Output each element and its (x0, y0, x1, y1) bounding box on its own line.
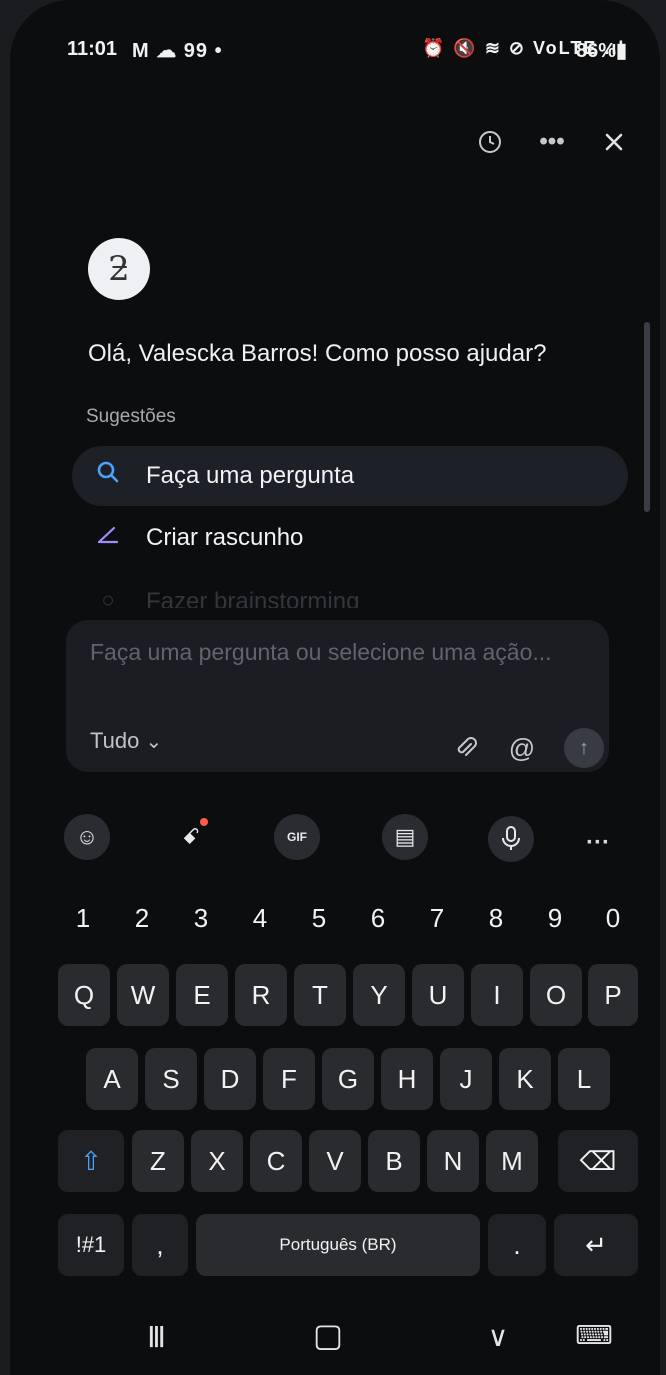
key-i[interactable]: I (471, 964, 523, 1026)
key-1[interactable]: 1 (58, 888, 108, 948)
symbols-key[interactable]: !#1 (58, 1214, 124, 1276)
scope-dropdown[interactable]: Tudo ⌄ (90, 728, 162, 754)
key-v[interactable]: V (309, 1130, 361, 1192)
bulb-icon: ○ (101, 587, 115, 608)
prompt-input-placeholder[interactable]: Faça uma pergunta ou selecione uma ação.… (90, 632, 570, 672)
pencil-icon (94, 522, 122, 550)
send-button[interactable]: ↑ (564, 728, 604, 768)
backspace-key[interactable]: ⌫ (558, 1130, 638, 1192)
chevron-down-icon: ⌄ (145, 731, 163, 753)
key-8[interactable]: 8 (471, 888, 521, 948)
key-t[interactable]: T (294, 964, 346, 1026)
gif-button[interactable]: GIF (274, 814, 320, 860)
key-w[interactable]: W (117, 964, 169, 1026)
more-tools-icon[interactable]: ··· (578, 826, 618, 866)
assistant-avatar: ƻ (88, 238, 150, 300)
key-p[interactable]: P (588, 964, 638, 1026)
search-icon (94, 460, 122, 488)
key-f[interactable]: F (263, 1048, 315, 1110)
key-9[interactable]: 9 (530, 888, 580, 948)
battery-indicator: 86%▮ (576, 40, 628, 62)
key-l[interactable]: L (558, 1048, 610, 1110)
key-r[interactable]: R (235, 964, 287, 1026)
mention-icon[interactable]: @ (504, 730, 540, 766)
suggestion-ask-question[interactable]: Faça uma pergunta (72, 446, 628, 506)
greeting-text: Olá, Valescka Barros! Como posso ajudar? (88, 340, 547, 367)
microphone-icon[interactable] (488, 816, 534, 862)
key-q[interactable]: Q (58, 964, 110, 1026)
attach-icon[interactable] (448, 730, 484, 766)
key-5[interactable]: 5 (294, 888, 344, 948)
comma-key[interactable]: , (132, 1214, 188, 1276)
key-e[interactable]: E (176, 964, 228, 1026)
period-key[interactable]: . (488, 1214, 546, 1276)
enter-key[interactable]: ↵ (554, 1214, 638, 1276)
key-o[interactable]: O (530, 964, 582, 1026)
key-j[interactable]: J (440, 1048, 492, 1110)
key-s[interactable]: S (145, 1048, 197, 1110)
suggestion-label: Faça uma pergunta (146, 462, 355, 489)
emoji-icon[interactable]: ☺ (64, 814, 110, 860)
key-k[interactable]: K (499, 1048, 551, 1110)
key-u[interactable]: U (412, 964, 464, 1026)
scrollbar[interactable] (644, 322, 650, 512)
key-m[interactable]: M (486, 1130, 538, 1192)
key-x[interactable]: X (191, 1130, 243, 1192)
key-d[interactable]: D (204, 1048, 256, 1110)
key-g[interactable]: G (322, 1048, 374, 1110)
key-y[interactable]: Y (353, 964, 405, 1026)
key-2[interactable]: 2 (117, 888, 167, 948)
space-key[interactable]: Português (BR) (196, 1214, 480, 1276)
suggestion-brainstorm[interactable]: ○ Fazer brainstorming (72, 572, 628, 608)
key-7[interactable]: 7 (412, 888, 462, 948)
scope-label: Tudo (90, 728, 140, 753)
suggestion-label: Criar rascunho (146, 524, 304, 551)
more-options-icon[interactable]: ••• (530, 120, 574, 164)
suggestion-create-draft[interactable]: Criar rascunho (72, 508, 628, 568)
notification-icons: M ☁ 99 • (132, 40, 223, 62)
navigation-bar: ||| ▢ ∨ ⌨ (10, 1300, 660, 1375)
key-6[interactable]: 6 (353, 888, 403, 948)
shift-key[interactable]: ⇧ (58, 1130, 124, 1192)
key-n[interactable]: N (427, 1130, 479, 1192)
key-3[interactable]: 3 (176, 888, 226, 948)
back-icon[interactable]: ∨ (476, 1320, 520, 1353)
key-c[interactable]: C (250, 1130, 302, 1192)
status-bar: 11:01 M ☁ 99 • ⏰ 🔇 ≋ ⊘ VoLTE .ıl 86%▮ (10, 30, 660, 70)
bixby-icon[interactable]: ꗃ (168, 814, 214, 860)
key-h[interactable]: H (381, 1048, 433, 1110)
close-icon[interactable] (592, 120, 636, 164)
keyboard: 1 2 3 4 5 6 7 8 9 0 Q W E R T Y U I O P … (28, 888, 640, 1280)
home-icon[interactable]: ▢ (306, 1316, 350, 1354)
suggestion-label: Fazer brainstorming (146, 588, 360, 608)
history-icon[interactable] (468, 120, 512, 164)
status-time: 11:01 (67, 38, 118, 60)
suggestions-label: Sugestões (86, 406, 176, 427)
key-z[interactable]: Z (132, 1130, 184, 1192)
clipboard-icon[interactable]: ▤ (382, 814, 428, 860)
phone-screen: 11:01 M ☁ 99 • ⏰ 🔇 ≋ ⊘ VoLTE .ıl 86%▮ ••… (10, 0, 660, 1375)
key-4[interactable]: 4 (235, 888, 285, 948)
key-a[interactable]: A (86, 1048, 138, 1110)
key-b[interactable]: B (368, 1130, 420, 1192)
recents-icon[interactable]: ||| (134, 1322, 178, 1348)
keyboard-toggle-icon[interactable]: ⌨ (572, 1320, 616, 1351)
key-0[interactable]: 0 (588, 888, 638, 948)
